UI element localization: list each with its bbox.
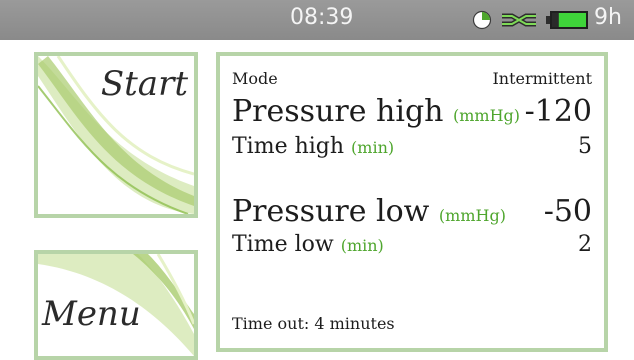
pressure-low-unit: (mmHg)	[438, 206, 506, 225]
pressure-high-unit: (mmHg)	[453, 106, 521, 125]
status-bar: 08:39 9h	[0, 0, 634, 40]
time-low-value: 2	[578, 232, 592, 257]
timeout-text: Time out: 4 minutes	[232, 314, 395, 333]
time-high-row: Time high (min) 5	[232, 134, 592, 159]
battery-remaining-text: 9h	[594, 5, 622, 30]
start-label: Start	[100, 64, 188, 104]
pressure-high-row: Pressure high (mmHg) -120	[232, 94, 592, 129]
menu-label: Menu	[42, 294, 141, 334]
mode-label: Mode	[232, 69, 278, 88]
time-low-row: Time low (min) 2	[232, 232, 592, 257]
pressure-high-label: Pressure high	[232, 94, 444, 129]
settings-panel: Mode Intermittent Pressure high (mmHg) -…	[216, 52, 608, 352]
clock-time: 08:39	[290, 5, 354, 30]
battery-icon	[546, 10, 590, 34]
mode-row: Mode Intermittent	[232, 69, 592, 88]
clock-icon	[472, 10, 492, 34]
menu-button[interactable]: Menu	[34, 250, 198, 360]
pressure-low-row: Pressure low (mmHg) -50	[232, 194, 592, 229]
time-low-unit: (min)	[340, 236, 384, 255]
start-button[interactable]: Start	[34, 52, 198, 218]
pressure-low-value: -50	[543, 194, 592, 229]
time-high-value: 5	[578, 134, 592, 159]
timeout-row: Time out: 4 minutes	[232, 314, 592, 333]
time-high-unit: (min)	[351, 138, 395, 157]
pressure-high-value: -120	[524, 94, 592, 129]
time-high-label: Time high	[232, 134, 345, 159]
pressure-low-label: Pressure low	[232, 194, 430, 229]
connection-icon	[500, 10, 538, 34]
time-low-label: Time low	[232, 232, 334, 257]
mode-value: Intermittent	[492, 69, 592, 88]
